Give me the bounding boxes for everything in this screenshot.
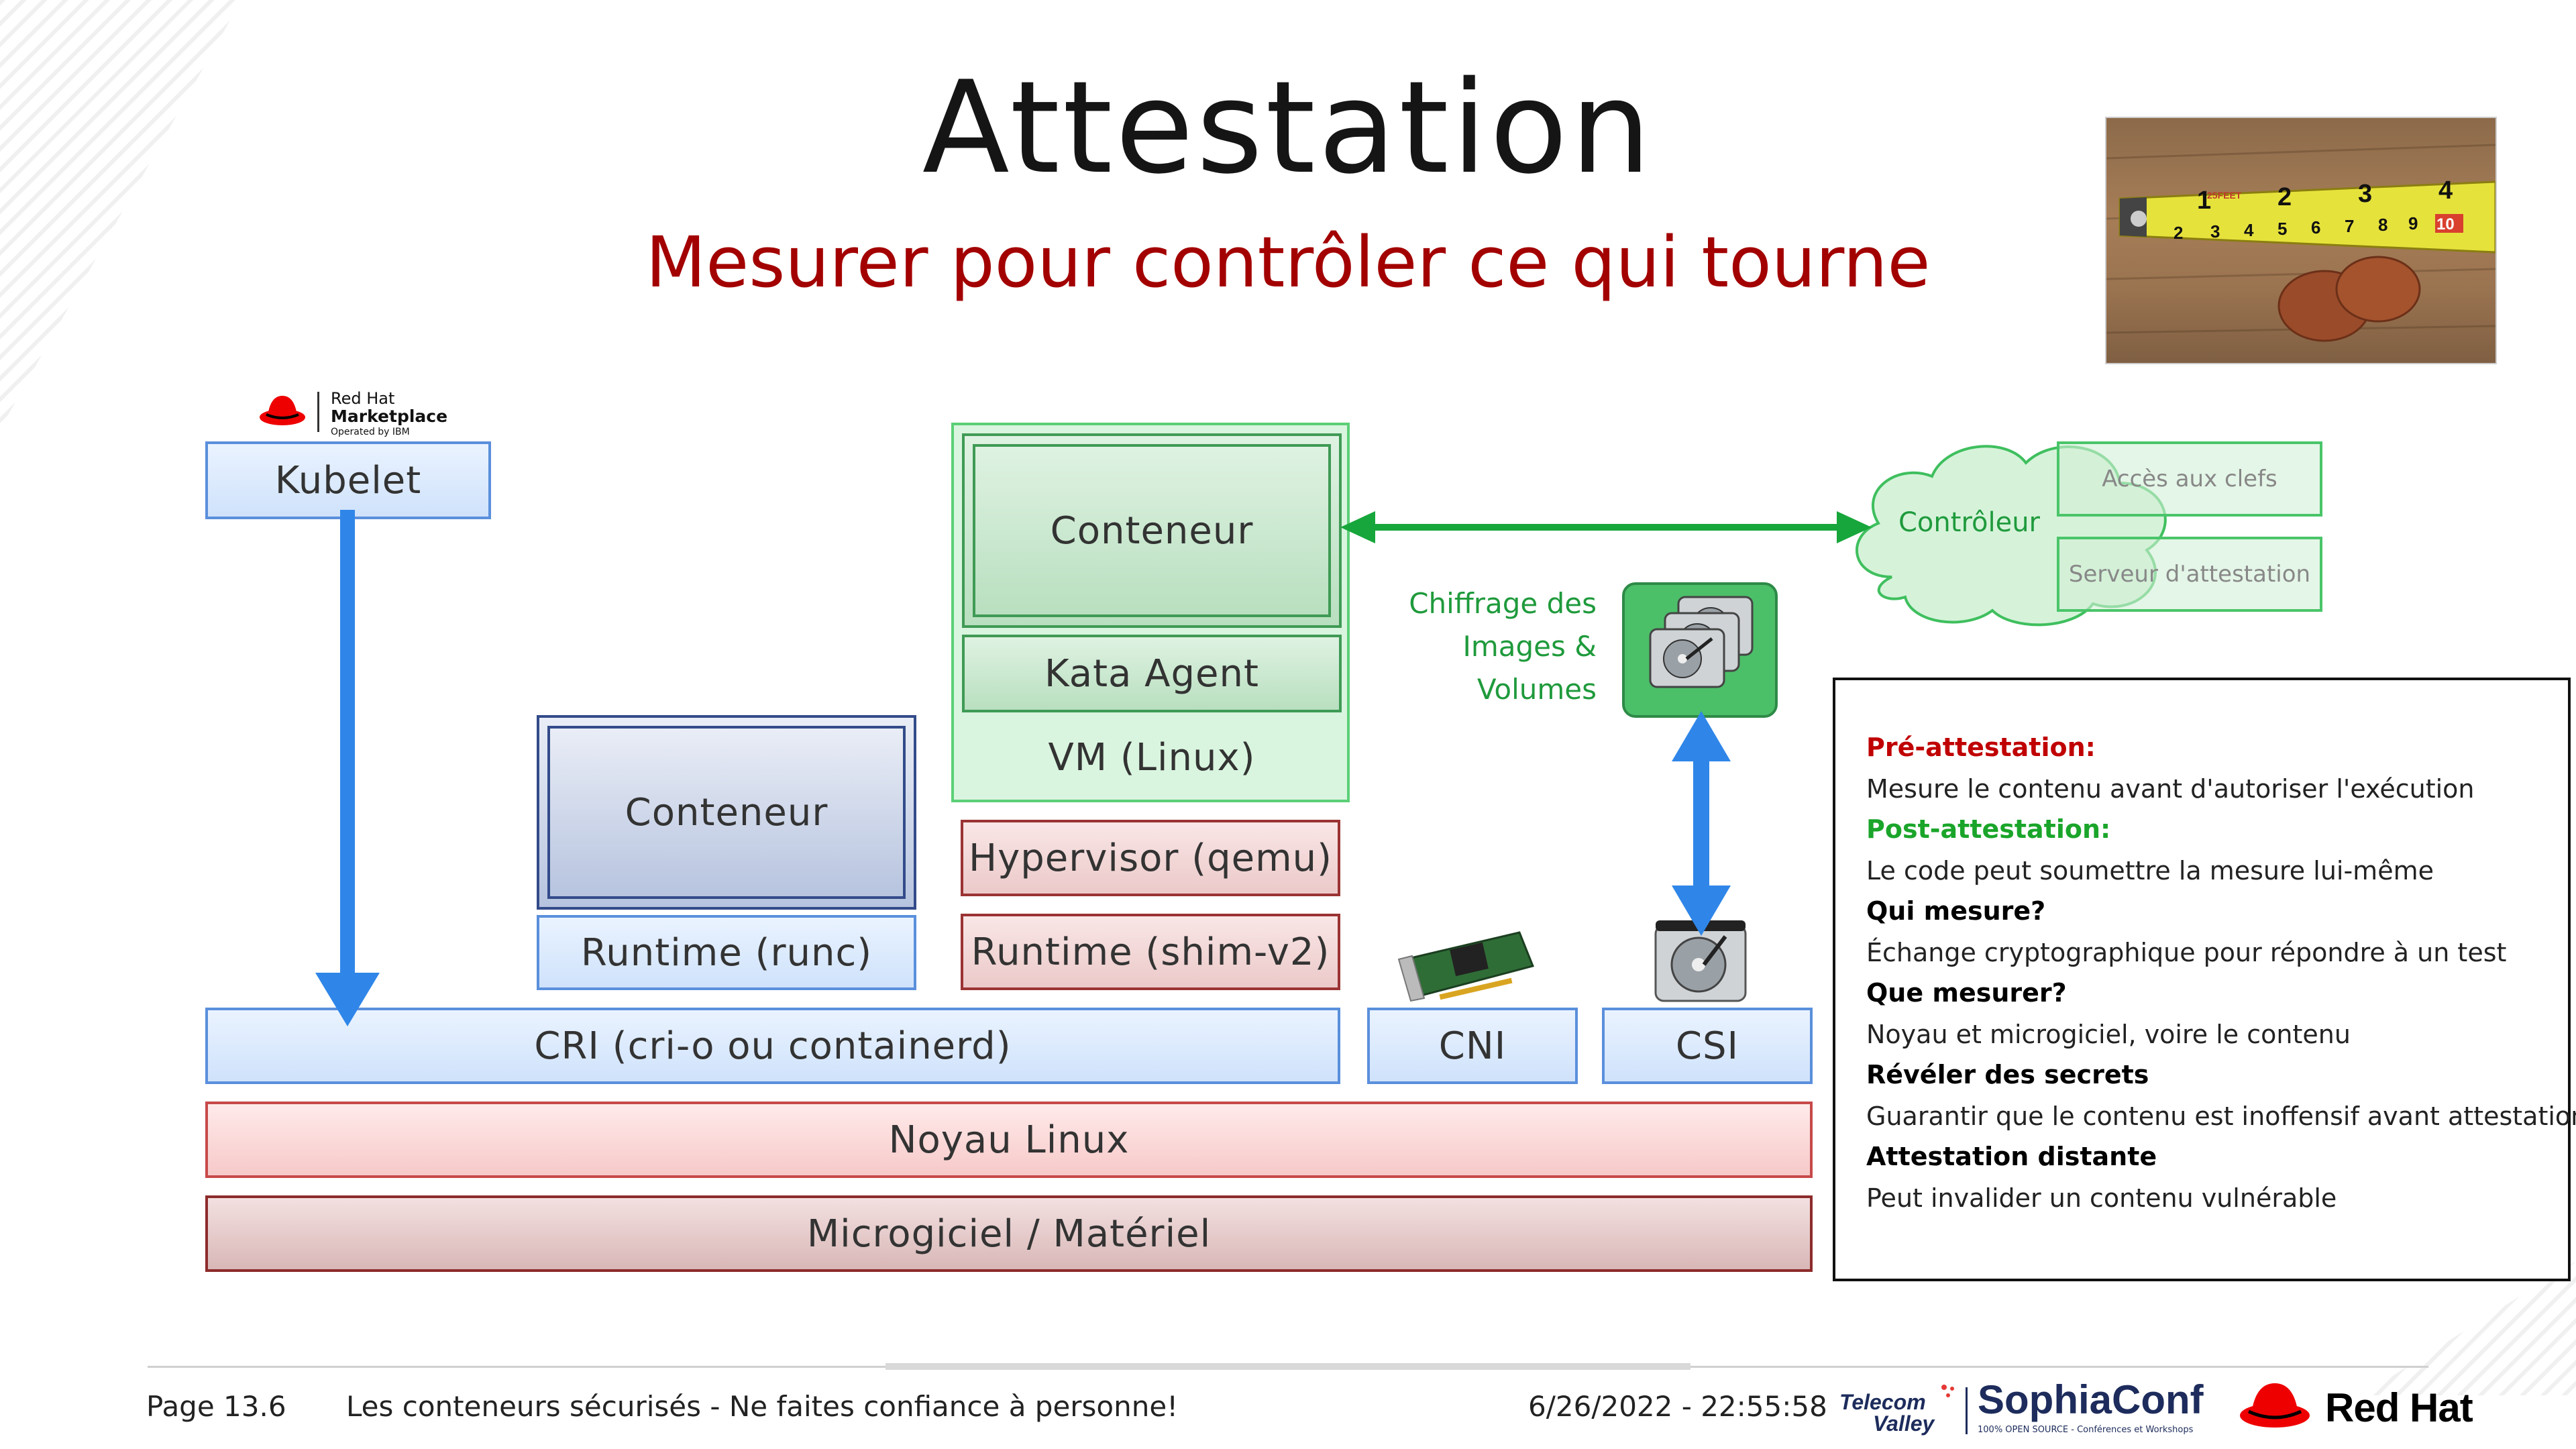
svg-text:3: 3 [2210,221,2220,241]
redhat-footer-logo: Red Hat [2238,1374,2506,1441]
marketplace-line1: Red Hat [331,389,395,408]
svg-text:4: 4 [2244,220,2254,240]
marketplace-line2: Marketplace [331,407,448,426]
hard-disk-icon [1652,916,1750,1008]
sophiaconf-logo: SophiaConf 100% OPEN SOURCE - Conférence… [1978,1377,2219,1444]
legend-text-post-attestation: Le code peut soumettre la mesure lui-mêm… [1866,856,2434,885]
footer-logo-separator [1966,1387,1968,1434]
kernel-box: Noyau Linux [205,1102,1813,1178]
footer-divider-accent [885,1363,1690,1370]
marketplace-line3: Operated by IBM [331,427,410,437]
redhat-footer-wordmark: Red Hat [2325,1385,2473,1430]
svg-text:5: 5 [2277,219,2287,239]
legend-text-remote-attestation: Peut invalider un contenu vulnérable [1866,1183,2337,1213]
svg-text:8: 8 [2378,215,2387,235]
vm-linux-label: VM (Linux) [1048,735,1256,780]
svg-text:7: 7 [2345,216,2354,236]
legend-text-pre-attestation: Mesure le contenu avant d'autoriser l'ex… [1866,774,2475,804]
legend-heading-remote-attestation: Attestation distante [1866,1142,2157,1171]
legend-heading-reveal-secrets: Révéler des secrets [1866,1060,2149,1089]
svg-text:9: 9 [2408,213,2418,233]
legend-text-reveal-secrets: Guarantir que le contenu est inoffensif … [1866,1102,2576,1131]
legend-text-what-to-measure: Noyau et microgiciel, voire le contenu [1866,1020,2351,1049]
tape-measure-photo: 1 2 3 4 25FEET 2 3 4 5 6 7 8 9 10 [2106,118,2496,363]
vm-container-frame: Conteneur [962,433,1342,628]
cloud-item-attestation-server: Serveur d'attestation [2057,537,2322,612]
telecom-dots-icon [1941,1385,1954,1397]
redhat-marketplace-logo: Red Hat Marketplace Operated by IBM [258,389,460,443]
cri-box: CRI (cri-o ou containerd) [205,1008,1340,1084]
kata-agent-box: Kata Agent [962,635,1342,712]
container-controller-arrow [1340,511,1872,543]
cni-box: CNI [1367,1008,1578,1084]
network-card-icon [1392,919,1540,1006]
runc-container-frame: Conteneur [537,715,916,910]
sophiaconf-tagline: 100% OPEN SOURCE - Conférences et Worksh… [1978,1425,2194,1435]
legend-heading-who-measures: Qui mesure? [1866,896,2046,926]
svg-text:4: 4 [2438,176,2453,205]
encryption-label-line3: Volumes [1477,673,1597,706]
legend-text-who-measures: Échange cryptographique pour répondre à … [1866,938,2507,967]
csi-box: CSI [1602,1008,1813,1084]
encrypted-disks-icon [1622,582,1778,718]
vm-container-box: Conteneur [973,444,1331,617]
sophiaconf-wordmark: SophiaConf [1978,1377,2204,1422]
redhat-footer-hat-icon [2240,1383,2310,1428]
legend-box: Pré-attestation: Mesure le contenu avant… [1833,678,2576,1281]
svg-text:10: 10 [2436,215,2455,233]
footer-page-number: Page 13.6 [146,1390,286,1423]
svg-text:25FEET: 25FEET [2207,190,2242,201]
vm-linux-frame: Conteneur Kata Agent VM (Linux) [951,423,1350,802]
disks-csi-arrow [1672,711,1731,936]
legend-heading-pre-attestation: Pré-attestation: [1866,733,2096,762]
runtime-runc-box: Runtime (runc) [537,915,916,990]
kubelet-box: Kubelet [205,441,491,519]
encryption-label-line1: Chiffrage des [1409,587,1597,620]
telecom-valley-line2: Valley [1873,1411,1935,1436]
encryption-label: Chiffrage des Images & Volumes [1382,582,1597,711]
footer-talk-title: Les conteneurs sécurisés - Ne faites con… [346,1390,1179,1423]
footer-datetime: 6/26/2022 - 22:55:58 [1528,1390,1827,1423]
svg-text:2: 2 [2174,223,2183,243]
redhat-hat-icon [260,396,305,425]
firmware-box: Microgiciel / Matériel [205,1195,1813,1272]
hypervisor-box: Hypervisor (qemu) [961,820,1340,896]
kubelet-to-cri-arrow [315,510,380,1026]
telecom-valley-logo: Telecom Valley [1839,1382,1960,1436]
cloud-item-key-access: Accès aux clefs [2057,441,2322,517]
encryption-label-line2: Images & [1462,630,1597,663]
svg-text:6: 6 [2311,217,2320,237]
tape-measure-illustration: 1 2 3 4 25FEET 2 3 4 5 6 7 8 9 10 [2106,144,2496,342]
svg-text:2: 2 [2277,183,2292,211]
legend-heading-post-attestation: Post-attestation: [1866,814,2111,844]
runtime-shim-box: Runtime (shim-v2) [961,914,1340,990]
runc-container-box: Conteneur [547,726,906,899]
controller-label: Contrôleur [1898,507,2040,538]
svg-text:3: 3 [2358,180,2372,208]
legend-heading-what-to-measure: Que mesurer? [1866,978,2067,1008]
